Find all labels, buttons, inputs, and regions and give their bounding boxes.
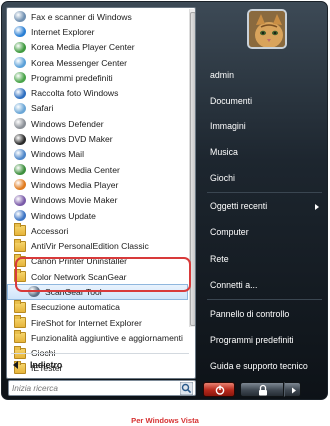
divider (207, 192, 322, 193)
photo-gallery-icon (14, 87, 26, 99)
power-button[interactable] (203, 382, 235, 397)
recent-items-link[interactable]: Oggetti recenti (210, 201, 267, 211)
program-item[interactable]: Fax e scanner di Windows (7, 9, 188, 24)
program-label: Esecuzione automatica (31, 302, 120, 313)
connect-to-link[interactable]: Connetti a... (210, 280, 257, 290)
program-item[interactable]: Programmi predefiniti (7, 70, 188, 85)
program-label: Korea Media Player Center (31, 42, 135, 53)
movie-maker-icon (14, 194, 26, 206)
fax-scanner-icon (14, 11, 26, 23)
program-item[interactable]: Korea Messenger Center (7, 55, 188, 70)
program-folder[interactable]: Funzionalità aggiuntive e aggiornamenti (7, 330, 188, 345)
shutdown-options-button[interactable] (284, 382, 301, 397)
folder-icon (14, 299, 26, 313)
program-label: Programmi predefiniti (31, 72, 113, 83)
program-item[interactable]: Windows DVD Maker (7, 131, 188, 146)
program-item[interactable]: Safari (7, 101, 188, 116)
default-programs-icon (14, 72, 26, 84)
network-link[interactable]: Rete (210, 254, 229, 264)
windows-mail-icon (14, 148, 26, 160)
chevron-right-icon (292, 387, 296, 394)
folder-icon (14, 238, 26, 252)
documents-link[interactable]: Documenti (210, 96, 252, 106)
music-link[interactable]: Musica (210, 147, 238, 157)
annotation-highlight (15, 257, 191, 292)
program-folder[interactable]: FireShot for Internet Explorer (7, 315, 188, 330)
program-folder[interactable]: Esecuzione automatica (7, 299, 188, 315)
folder-icon (14, 223, 26, 237)
program-item[interactable]: Windows Update (7, 208, 188, 223)
pictures-link[interactable]: Immagini (210, 121, 246, 131)
control-panel-link[interactable]: Pannello di controllo (210, 309, 289, 319)
lock-icon (259, 384, 267, 396)
program-label: Accessori (31, 225, 69, 236)
program-label: Windows Mail (31, 149, 85, 160)
program-label: Windows Media Player (31, 179, 119, 190)
program-label: Safari (31, 103, 54, 114)
program-item[interactable]: Windows Media Player (7, 177, 188, 192)
windows-media-center-icon (14, 164, 26, 176)
windows-media-player-icon (14, 179, 26, 191)
caption: Per Windows Vista (131, 416, 199, 425)
program-item[interactable]: Internet Explorer (7, 24, 188, 39)
messenger-center-icon (14, 57, 26, 69)
program-label: Fax e scanner di Windows (31, 11, 132, 22)
program-item[interactable]: Windows Defender (7, 116, 188, 131)
program-label: Korea Messenger Center (31, 57, 128, 68)
program-item[interactable]: Windows Media Center (7, 162, 188, 177)
divider (11, 353, 189, 354)
start-menu: Fax e scanner di Windows Internet Explore… (1, 1, 328, 400)
search-icon[interactable] (180, 382, 193, 395)
program-label: Windows Movie Maker (31, 195, 118, 206)
program-label: Internet Explorer (31, 26, 95, 37)
program-item[interactable]: Raccolta foto Windows (7, 85, 188, 100)
folder-icon (14, 315, 26, 329)
program-label: Windows Defender (31, 118, 104, 129)
program-item[interactable]: Korea Media Player Center (7, 40, 188, 55)
default-programs-link[interactable]: Programmi predefiniti (210, 335, 294, 345)
program-item[interactable]: Windows Movie Maker (7, 193, 188, 208)
back-label: Indietro (30, 360, 63, 370)
cat-photo-icon (249, 11, 285, 47)
search-input[interactable] (12, 382, 172, 395)
all-programs-list: Fax e scanner di Windows Internet Explore… (7, 9, 188, 376)
dvd-maker-icon (14, 133, 26, 145)
submenu-arrow-icon (315, 204, 319, 210)
back-button[interactable]: Indietro (13, 360, 62, 370)
program-item[interactable]: Windows Mail (7, 147, 188, 162)
program-folder[interactable]: AntiVir PersonalEdition Classic (7, 238, 188, 253)
program-label: FireShot for Internet Explorer (31, 317, 142, 328)
search-box[interactable] (8, 380, 196, 396)
program-label: Funzionalità aggiuntive e aggiornamenti (31, 332, 183, 343)
divider (207, 299, 322, 300)
internet-explorer-icon (14, 26, 26, 38)
programs-panel: Fax e scanner di Windows Internet Explore… (6, 7, 196, 379)
safari-icon (14, 102, 26, 114)
lock-button[interactable] (240, 382, 284, 397)
computer-link[interactable]: Computer (210, 227, 249, 237)
folder-icon (14, 330, 26, 344)
media-player-center-icon (14, 41, 26, 53)
program-folder[interactable]: Accessori (7, 223, 188, 238)
user-folder-link[interactable]: admin (210, 70, 234, 80)
power-icon (215, 385, 225, 395)
games-link[interactable]: Giochi (210, 173, 235, 183)
program-label: Windows Media Center (31, 164, 120, 175)
program-label: Raccolta foto Windows (31, 88, 119, 99)
windows-update-icon (14, 210, 26, 221)
program-label: AntiVir PersonalEdition Classic (31, 241, 149, 252)
windows-defender-icon (14, 118, 26, 130)
help-support-link[interactable]: Guida e supporto tecnico (210, 361, 308, 371)
user-picture[interactable] (247, 9, 287, 49)
program-label: Windows DVD Maker (31, 134, 113, 145)
back-arrow-icon (13, 361, 18, 369)
program-label: Windows Update (31, 210, 96, 221)
